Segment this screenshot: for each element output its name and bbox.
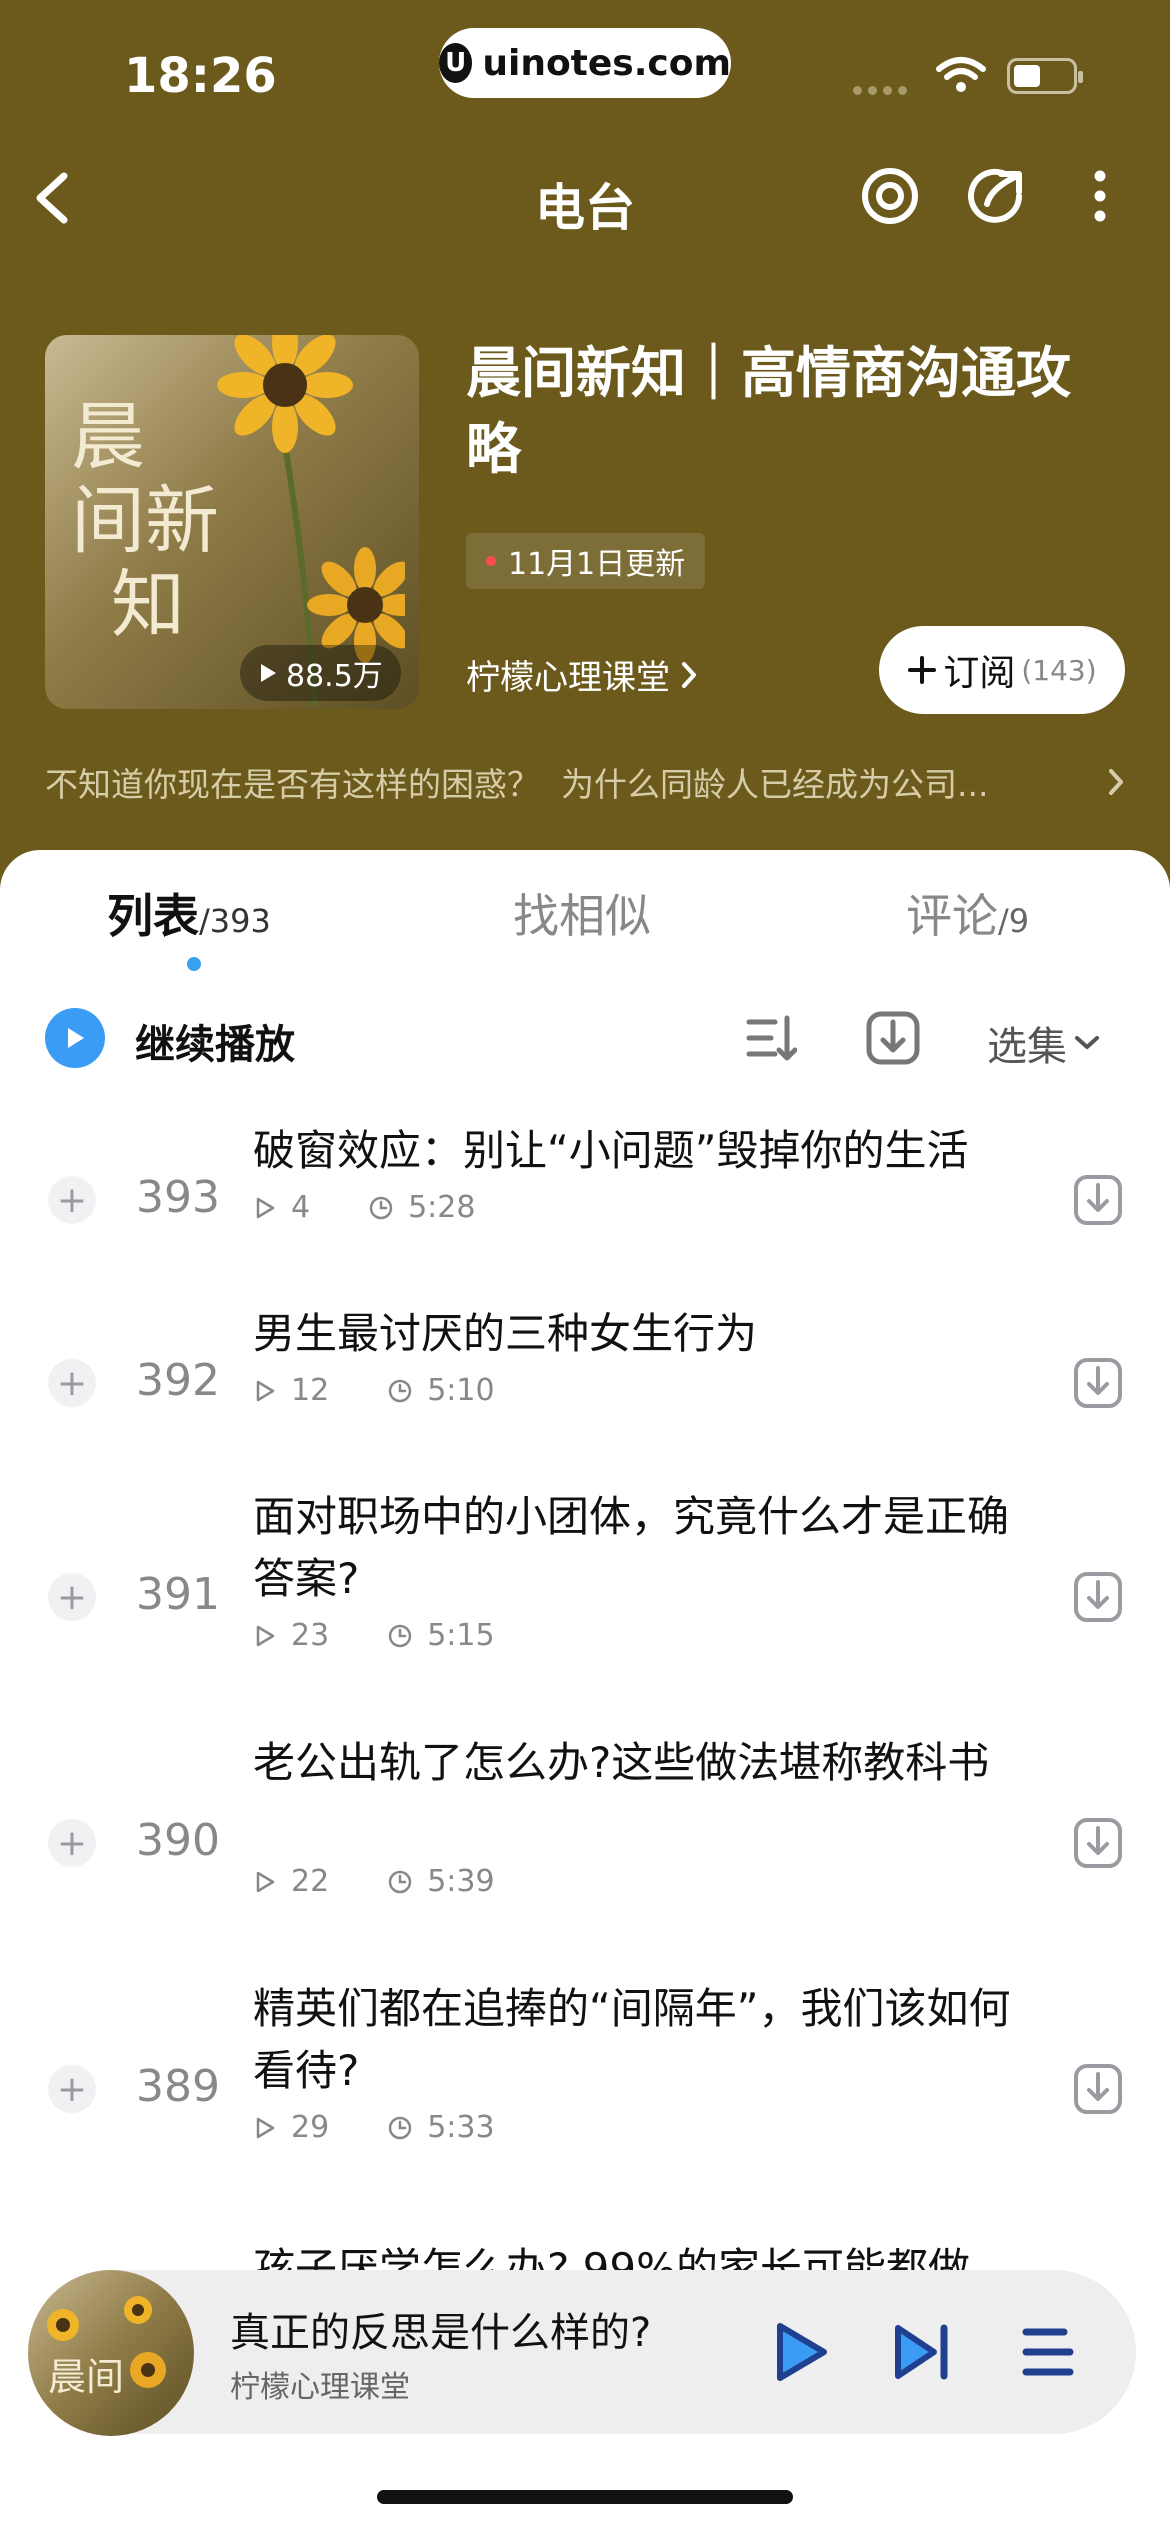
episode-play-count: 4 (291, 1190, 311, 1225)
chevron-right-icon (1109, 769, 1123, 795)
play-count-icon (256, 1625, 275, 1646)
download-icon[interactable] (1073, 1569, 1123, 1625)
status-time: 18:26 (124, 48, 277, 104)
tab-list[interactable]: 列表/393 (107, 880, 271, 946)
svg-text:晨间: 晨间 (48, 2355, 124, 2399)
continue-play-button[interactable] (45, 1008, 105, 1068)
episode-number: 389 (136, 2061, 220, 2112)
clock-icon (369, 1196, 393, 1219)
play-button-icon[interactable] (770, 2320, 830, 2384)
signal-icon (853, 86, 907, 95)
sort-icon[interactable] (745, 1008, 797, 1068)
add-to-playlist-icon[interactable]: + (48, 2065, 96, 2113)
episode-meta: 22 5:39 (253, 1864, 495, 1899)
episode-title[interactable]: 面对职场中的小团体，究竟什么才是正确答案? (253, 1486, 1033, 1610)
chevron-down-icon (1075, 1036, 1099, 1049)
continue-play-label[interactable]: 继续播放 (135, 1012, 295, 1070)
mini-player-cover[interactable]: 晨间 (28, 2270, 194, 2436)
wifi-icon (936, 57, 986, 92)
subscribe-button[interactable]: 订阅 (143) (879, 626, 1125, 714)
episode-meta: 29 5:33 (253, 2110, 495, 2145)
clock-icon (388, 2116, 412, 2139)
cover-title-art: 晨 间新 知 (71, 394, 219, 648)
tab-comments[interactable]: 评论/9 (906, 880, 1029, 946)
download-icon[interactable] (1073, 2061, 1123, 2117)
episode-title[interactable]: 破窗效应：别让“小问题”毁掉你的生活 (253, 1120, 1033, 1182)
plus-icon (908, 656, 937, 684)
play-count-icon (256, 1197, 275, 1218)
episode-title[interactable]: 精英们都在追捧的“间隔年”，我们该如何看待? (253, 1978, 1033, 2102)
play-count-icon (256, 1871, 275, 1892)
next-track-icon[interactable] (892, 2322, 952, 2382)
episode-number: 390 (136, 1815, 220, 1866)
sunflower-thumb-illustration: 晨间 (47, 2296, 166, 2399)
url-pill[interactable]: U uinotes.com (439, 28, 731, 98)
album-description[interactable]: 不知道你现在是否有这样的困惑？ 为什么同龄人已经成为公司... (45, 758, 1125, 806)
add-to-playlist-icon[interactable]: + (48, 1573, 96, 1621)
episode-title[interactable]: 老公出轨了怎么办?这些做法堪称教科书 (253, 1732, 1033, 1794)
clock-icon (388, 1870, 412, 1893)
add-to-playlist-icon[interactable]: + (48, 1819, 96, 1867)
episode-duration: 5:39 (427, 1864, 495, 1899)
episode-duration: 5:33 (427, 2110, 495, 2145)
album-cover[interactable]: 晨 间新 知 88.5万 (45, 335, 419, 709)
play-small-icon (261, 664, 276, 682)
episode-play-count: 23 (291, 1618, 330, 1653)
list-toolbar: 继续播放 选集 (45, 1008, 1125, 1072)
download-all-icon[interactable] (865, 1008, 921, 1068)
mini-player[interactable]: 晨间 真正的反思是什么样的? 柠檬心理课堂 (28, 2270, 1136, 2436)
play-icon (68, 1028, 84, 1048)
more-icon[interactable] (1088, 166, 1112, 226)
add-to-playlist-icon[interactable]: + (48, 1359, 96, 1407)
download-icon[interactable] (1073, 1815, 1123, 1871)
episode-meta: 12 5:10 (253, 1373, 495, 1408)
player-track-author: 柠檬心理课堂 (230, 2370, 410, 2405)
play-count-icon (256, 1380, 275, 1401)
album-author-link[interactable]: 柠檬心理课堂 (466, 650, 698, 699)
select-episodes-button[interactable]: 选集 (987, 1014, 1101, 1072)
episode-duration: 5:28 (408, 1190, 476, 1225)
radio-target-icon[interactable] (860, 166, 920, 226)
share-icon[interactable] (965, 166, 1025, 226)
episode-play-count: 12 (291, 1373, 330, 1408)
episode-number: 393 (136, 1172, 220, 1223)
episode-duration: 5:15 (427, 1618, 495, 1653)
episode-number: 392 (136, 1355, 220, 1406)
tab-similar[interactable]: 找相似 (513, 880, 651, 946)
album-title: 晨间新知｜高情商沟通攻略 (466, 341, 1072, 481)
player-track-title: 真正的反思是什么样的? (230, 2310, 652, 2356)
episode-duration: 5:10 (427, 1373, 495, 1408)
update-badge: 11月1日更新 (466, 533, 706, 589)
clock-icon (388, 1624, 412, 1647)
battery-icon (1007, 58, 1083, 94)
download-icon[interactable] (1073, 1355, 1123, 1411)
play-count-icon (256, 2117, 275, 2138)
update-dot-icon (486, 556, 496, 566)
episode-play-count: 29 (291, 2110, 330, 2145)
episode-number: 391 (136, 1569, 220, 1620)
episode-meta: 23 5:15 (253, 1618, 495, 1653)
episode-title[interactable]: 男生最讨厌的三种女生行为 (253, 1303, 1033, 1365)
uinotes-logo-icon: U (439, 43, 473, 83)
episode-play-count: 22 (291, 1864, 330, 1899)
add-to-playlist-icon[interactable]: + (48, 1176, 96, 1224)
url-text: uinotes.com (482, 42, 731, 84)
playlist-icon[interactable] (1020, 2324, 1076, 2380)
play-count-badge: 88.5万 (240, 645, 401, 701)
episode-meta: 4 5:28 (253, 1190, 475, 1225)
home-indicator (377, 2490, 793, 2504)
download-icon[interactable] (1073, 1172, 1123, 1228)
chevron-right-icon (682, 661, 696, 688)
active-tab-indicator (187, 957, 201, 971)
clock-icon (388, 1379, 412, 1402)
